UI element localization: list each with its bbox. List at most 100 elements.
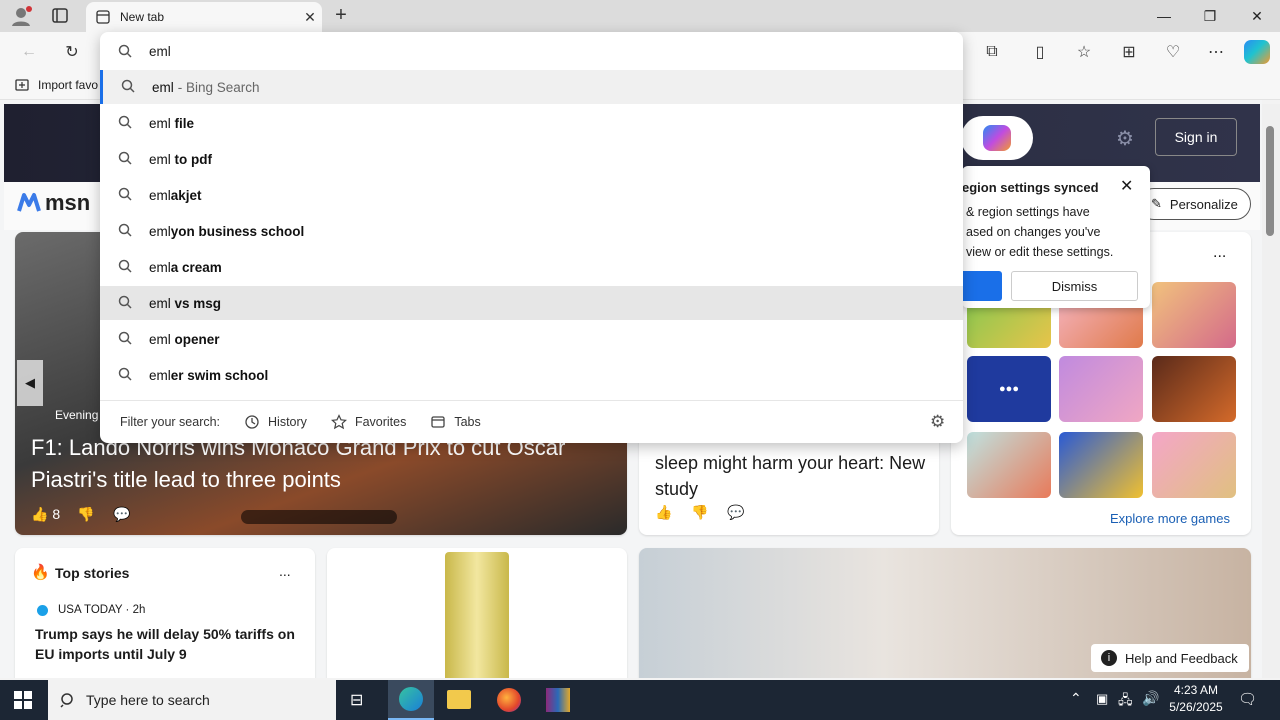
popup-dismiss-button[interactable]: Dismiss [1011,271,1138,301]
game-tile[interactable] [1152,432,1236,498]
windows-start-icon[interactable] [14,691,32,709]
restore-button[interactable]: ❐ [1187,0,1233,32]
search-icon [118,44,132,58]
filter-tabs-button[interactable]: Tabs [430,414,481,430]
tabs-icon [431,415,445,428]
product-ad-card[interactable] [327,548,627,678]
game-tile-bubble-shooter[interactable]: ●●● [967,356,1051,422]
game-tile[interactable] [1152,356,1236,422]
explore-more-games-link[interactable]: Explore more games [1110,511,1230,526]
network-icon[interactable]: 🖧 [1118,691,1133,713]
suggestion-item[interactable]: eml a cream [100,250,963,284]
story-headline[interactable]: Trump says he will delay 50% tariffs on … [35,624,300,664]
suggestion-completion: yon business school [170,223,305,239]
winrar-icon[interactable] [546,688,570,712]
carousel-prev-button[interactable]: ◀ [17,360,43,406]
personalize-button[interactable]: ✎ Personalize [1138,188,1251,220]
search-icon [118,115,132,129]
suggestion-item[interactable]: eml yon business school [100,214,963,248]
mid-like-icon[interactable]: 👍 [655,504,672,521]
suggestion-item[interactable]: eml er swim school [100,358,963,392]
suggestion-completion: er swim school [170,367,269,383]
close-window-button[interactable]: ✕ [1234,0,1280,32]
filter-favorites-button[interactable]: Favorites [330,413,406,430]
sign-in-button[interactable]: Sign in [1155,118,1237,156]
search-icon [118,331,132,345]
task-view-icon[interactable]: ⊟ [350,690,363,710]
performance-icon[interactable]: ♡ [1158,38,1188,66]
scrollbar-thumb[interactable] [1266,126,1274,236]
mid-dislike-icon[interactable]: 👎 [691,504,708,521]
windows-taskbar: Type here to search ⊟ ⌃ ▣ 🖧 🔊 4:23 AM 5/… [0,680,1280,720]
new-tab-button[interactable]: + [330,4,352,26]
popup-primary-button[interactable] [962,271,1002,301]
page-scrollbar[interactable] [1262,104,1280,678]
minimize-button[interactable]: — [1141,0,1187,32]
firefox-icon[interactable] [497,688,521,712]
clock-date: 5/26/2025 [1169,700,1223,714]
suggestion-completion: akjet [170,187,202,203]
feature-image-card[interactable]: i Help and Feedback [639,548,1251,678]
game-tile[interactable] [967,432,1051,498]
game-tile[interactable] [1059,356,1143,422]
suggestion-completion: to pdf [170,151,212,167]
story-source: USA TODAY · 2h [58,604,146,616]
taskbar-search-box[interactable]: Type here to search [48,680,336,720]
copilot-icon[interactable] [1244,40,1270,64]
mid-story-headline[interactable]: sleep might harm your heart: New study [655,450,930,502]
msn-logo[interactable]: msn [16,190,90,216]
profile-icon[interactable] [10,5,32,27]
file-explorer-icon[interactable] [447,690,471,709]
more-menu-icon[interactable]: ⋯ [1201,38,1231,66]
address-input[interactable]: eml [100,32,963,70]
suggestion-item[interactable]: eml to pdf [100,142,963,176]
filter-history-button[interactable]: History [244,414,307,430]
suggestion-item[interactable]: eml file [100,106,963,140]
favorites-star-icon[interactable]: ☆ [1069,38,1099,66]
notification-icon[interactable]: 🗨 [1238,690,1257,708]
help-icon: i [1101,650,1117,666]
suggestion-completion: opener [170,331,220,347]
hero-dislike-icon[interactable]: 👎 [77,506,94,523]
personalize-label: Personalize [1169,196,1238,212]
game-tile[interactable] [1152,282,1236,348]
clock-time: 4:23 AM [1173,683,1219,697]
top-stories-card: 🔥 Top stories ... USA TODAY · 2h Trump s… [15,548,315,678]
suggestion-item[interactable]: eml opener [100,322,963,356]
workspaces-icon[interactable] [50,7,70,25]
tab-new-tab[interactable]: New tab ✕ [86,2,322,32]
mid-comment-icon[interactable]: 💬 [727,504,744,521]
import-icon [15,79,29,91]
hero-comment-icon[interactable]: 💬 [113,506,130,523]
help-feedback-button[interactable]: i Help and Feedback [1091,644,1249,672]
copilot-search-button[interactable] [961,116,1033,160]
hero-likes-count: 8 [52,506,61,522]
tab-page-icon [96,10,110,24]
games-more-button[interactable]: ... [1213,244,1226,262]
search-settings-gear-icon[interactable]: ⚙ [930,412,945,432]
import-favorites-link[interactable]: Import favo [14,77,98,93]
volume-icon[interactable]: 🔊 [1142,690,1159,707]
game-tile[interactable] [1059,432,1143,498]
suggestion-item[interactable]: eml akjet [100,178,963,212]
top-stories-more[interactable]: ... [279,563,291,579]
back-arrow-icon[interactable]: ← [14,38,44,66]
split-screen-icon[interactable]: ▯ [1025,38,1055,66]
edge-taskbar-icon[interactable] [388,680,434,720]
region-settings-popup: egion settings synced ✕ & region setting… [962,166,1150,308]
hero-like-button[interactable]: 👍 8 [31,506,60,523]
extensions-icon[interactable]: ⧉ [977,38,1007,66]
suggestion-item[interactable]: eml vs msg [100,286,963,320]
refresh-icon[interactable]: ↻ [57,38,87,66]
suggestion-prefix: eml [152,79,174,95]
clock[interactable]: 4:23 AM 5/26/2025 [1164,683,1228,714]
settings-gear-icon[interactable]: ⚙ [1116,126,1134,151]
suggestion-item[interactable]: eml - Bing Search [100,70,963,104]
tray-device-icon[interactable]: ▣ [1096,691,1108,707]
popup-close-icon[interactable]: ✕ [1120,176,1133,196]
collections-icon[interactable]: ⊞ [1114,38,1144,66]
suggestion-prefix: eml [149,295,171,311]
close-tab-icon[interactable]: ✕ [298,9,322,26]
tray-chevron-icon[interactable]: ⌃ [1070,690,1082,707]
history-icon [245,414,259,429]
